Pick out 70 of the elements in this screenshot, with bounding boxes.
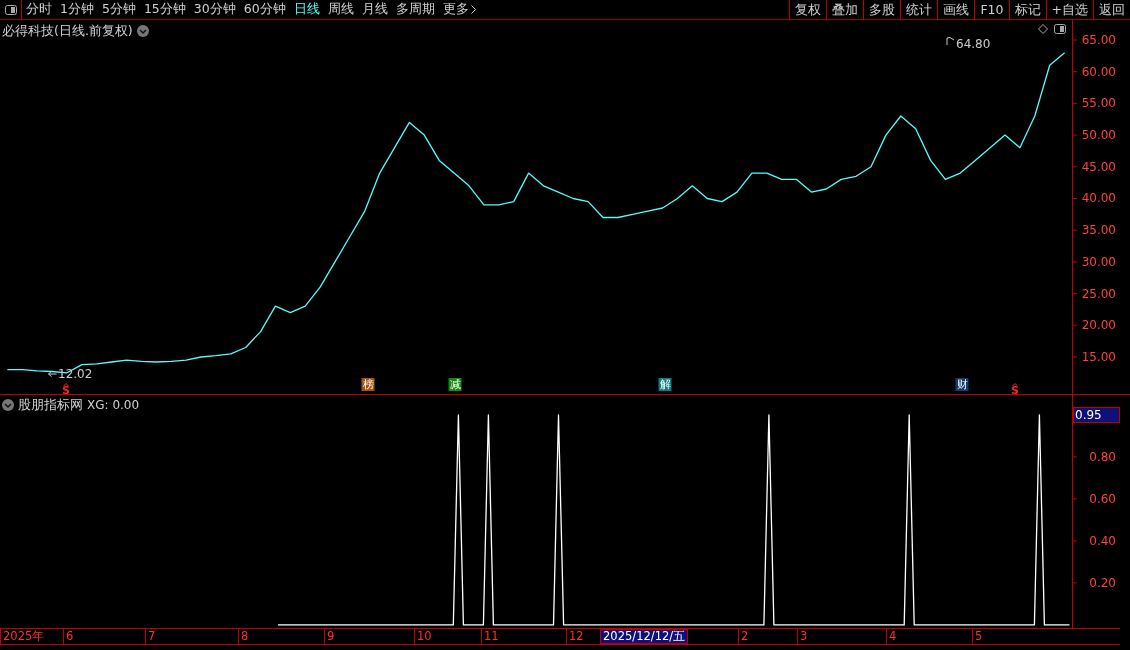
- period-tab[interactable]: 1分钟: [56, 0, 98, 20]
- panel-icon[interactable]: [1054, 24, 1066, 34]
- period-tab[interactable]: 日线: [289, 0, 324, 20]
- axis-label: 20.00: [1081, 318, 1116, 333]
- date-label: 8: [238, 629, 249, 644]
- date-label: 6: [63, 629, 74, 644]
- date-label: 5: [972, 629, 983, 644]
- event-tag[interactable]: 榜: [361, 378, 375, 391]
- cursor-date-label: 2025/12/12/五: [600, 629, 689, 644]
- indicator-title: 股朋指标网: [18, 396, 83, 414]
- axis-label: 55.00: [1081, 96, 1116, 111]
- axis-label: 0.20: [1089, 575, 1116, 590]
- caret-up-icon: [63, 383, 69, 386]
- axis-label: 35.00: [1081, 223, 1116, 238]
- event-tag[interactable]: 解: [658, 378, 672, 391]
- date-label: 4: [886, 629, 897, 644]
- period-tab[interactable]: 周线: [323, 0, 358, 20]
- toolbar-button[interactable]: 画线: [937, 0, 975, 20]
- axis-label: 60.00: [1081, 64, 1116, 79]
- axis-label: 65.00: [1081, 32, 1116, 47]
- axis-label: 15.00: [1081, 349, 1116, 364]
- period-tab[interactable]: 60分钟: [239, 0, 290, 20]
- toolbar-button[interactable]: F10: [974, 0, 1009, 20]
- toolbar-button[interactable]: 标记: [1008, 0, 1046, 20]
- axis-label: 50.00: [1081, 128, 1116, 143]
- axis-label: 0.40: [1089, 533, 1116, 548]
- date-label: 10: [414, 629, 432, 644]
- chart-title: 必得科技(日线.前复权): [2, 22, 133, 40]
- panel-icon: [4, 5, 17, 15]
- period-tab[interactable]: 分时: [22, 0, 56, 20]
- date-label: 2025年: [0, 629, 45, 644]
- axis-label: 40.00: [1081, 191, 1116, 206]
- signal-label[interactable]: S: [1011, 386, 1019, 396]
- event-tag[interactable]: 财: [955, 378, 969, 391]
- axis-label: 0.80: [1089, 449, 1116, 464]
- caret-up-icon: [1012, 383, 1018, 386]
- axis-label: 30.00: [1081, 254, 1116, 269]
- diamond-icon[interactable]: [1038, 24, 1048, 34]
- axis-label: 45.00: [1081, 159, 1116, 174]
- left-arrow-icon: [48, 371, 57, 377]
- chevron-down-icon[interactable]: [2, 399, 14, 412]
- event-tag[interactable]: 减: [448, 378, 462, 391]
- date-label: 12: [566, 629, 584, 644]
- toolbar-button[interactable]: +自选: [1045, 0, 1093, 20]
- date-label: 11: [481, 629, 499, 644]
- low-price-label: 12.02: [58, 367, 93, 381]
- period-tab[interactable]: 5分钟: [97, 0, 140, 20]
- toolbar-button[interactable]: 统计: [900, 0, 938, 20]
- toolbar-button[interactable]: 复权: [789, 0, 827, 20]
- period-tab[interactable]: 30分钟: [189, 0, 240, 20]
- cursor-value-label: 0.95: [1073, 407, 1120, 423]
- toolbar-button[interactable]: 返回: [1093, 0, 1130, 20]
- indicator-reading: XG: 0.00: [87, 397, 140, 415]
- signal-label[interactable]: S: [62, 386, 70, 396]
- toolbar-button[interactable]: 多股: [863, 0, 901, 20]
- flag-icon: [946, 37, 955, 45]
- date-label: 9: [324, 629, 335, 644]
- toolbar-button[interactable]: 叠加: [826, 0, 864, 20]
- date-label: 2: [738, 629, 749, 644]
- period-tab[interactable]: 多周期: [391, 0, 439, 20]
- date-label: 3: [797, 629, 808, 644]
- period-tab[interactable]: 月线: [357, 0, 392, 20]
- axis-label: 25.00: [1081, 286, 1116, 301]
- date-label: 7: [145, 629, 156, 644]
- chevron-right-icon: [470, 5, 476, 14]
- period-tab[interactable]: 15分钟: [139, 0, 190, 20]
- high-price-label: 64.80: [956, 37, 991, 51]
- chevron-down-icon[interactable]: [136, 25, 149, 38]
- period-tab[interactable]: 更多: [438, 0, 480, 20]
- axis-label: 0.60: [1089, 491, 1116, 506]
